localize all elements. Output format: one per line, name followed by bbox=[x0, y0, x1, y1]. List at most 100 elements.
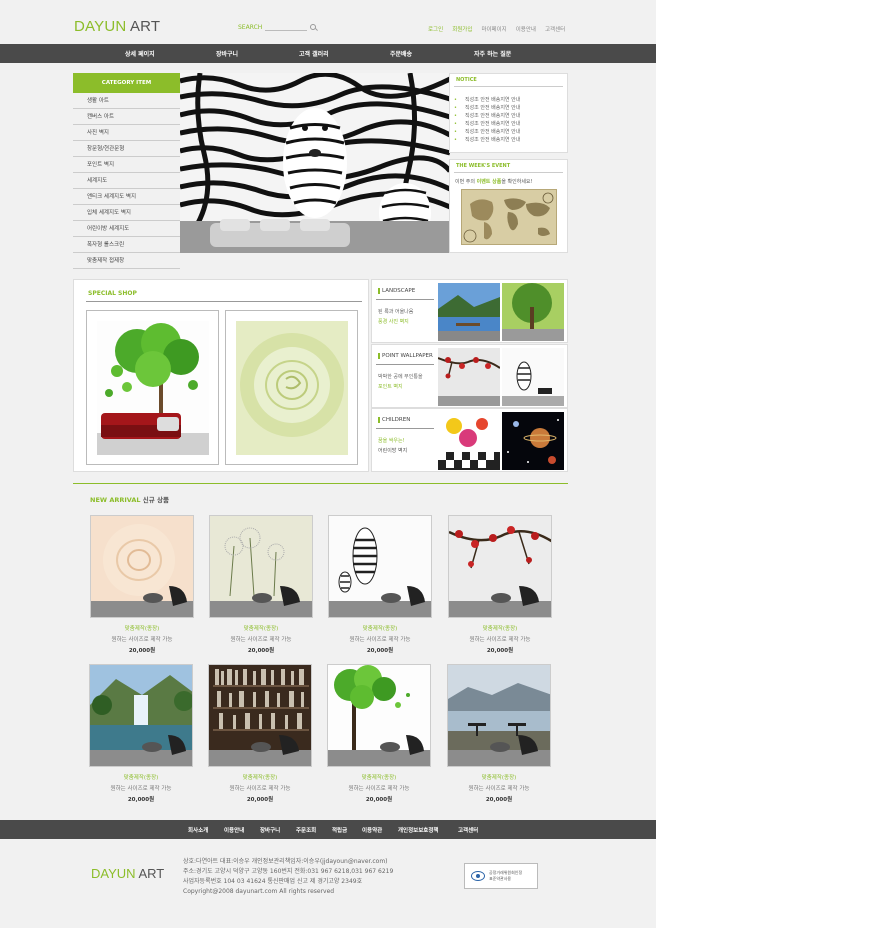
category-item[interactable]: 어린이방 세계지도 bbox=[73, 221, 180, 237]
theme-subtitle: 된 록과 어울나움 bbox=[378, 309, 414, 315]
category-item[interactable]: 맞춤제작 접제창 bbox=[73, 253, 180, 269]
product-name[interactable]: 맞춤제작(종장) bbox=[89, 773, 193, 781]
notice-item[interactable]: • 직성조 안전 배송지연 안내 bbox=[454, 112, 520, 120]
product-image-green-tree[interactable] bbox=[327, 664, 431, 767]
weekly-event-box[interactable]: THE WEEK'S EVENT 이번 주의 이벤트 상품을 확인하세요! bbox=[449, 159, 568, 253]
kids-cartoon-image bbox=[438, 412, 500, 470]
product-card[interactable]: 맞춤제작(종장) 원하는 사이즈로 제작 가능 20,000원 bbox=[448, 515, 552, 654]
footer-info-line: 상호:다연아트 대표:이승우 개인정보관리책임자:이승우(jjdayoun@na… bbox=[183, 858, 388, 865]
product-image-blossom[interactable] bbox=[448, 515, 552, 618]
category-item[interactable]: 폭자형 롤스크린 bbox=[73, 237, 180, 253]
footer-link-support[interactable]: 고객센터 bbox=[458, 826, 478, 834]
product-name[interactable]: 맞춤제작(종장) bbox=[90, 624, 194, 632]
product-card[interactable]: 맞춤제작(종장) 원하는 사이즈로 제작 가능 20,000원 bbox=[328, 515, 432, 654]
event-title: THE WEEK'S EVENT bbox=[456, 163, 511, 169]
product-name[interactable]: 맞춤제작(종장) bbox=[327, 773, 431, 781]
nav-item-gallery[interactable]: 고객 갤러리 bbox=[299, 49, 329, 58]
login-link[interactable]: 로그인 bbox=[428, 25, 443, 33]
theme-subtitle: 박박한 공에 부인통을 bbox=[378, 374, 423, 380]
badge-text: 공정거래위원회인정 표준약관사용 bbox=[489, 870, 523, 881]
special-card-tree[interactable] bbox=[86, 310, 219, 465]
notice-item[interactable]: • 직성조 안전 배송지연 안내 bbox=[454, 96, 520, 104]
site-logo[interactable]: DAYUN ART bbox=[74, 18, 160, 35]
category-item[interactable]: 포인트 벽지 bbox=[73, 157, 180, 173]
theme-divider bbox=[376, 364, 434, 365]
zebra-wallpaper-image bbox=[180, 73, 450, 253]
zebra-point-image bbox=[502, 348, 564, 406]
product-price: 20,000원 bbox=[365, 797, 393, 803]
special-card-rose[interactable] bbox=[225, 310, 358, 465]
main-banner-zebra[interactable] bbox=[180, 73, 450, 253]
theme-title: CHILDREN bbox=[378, 417, 410, 423]
footer-link-company[interactable]: 회사소개 bbox=[188, 826, 208, 834]
nav-item-faq[interactable]: 자주 하는 질문 bbox=[474, 49, 511, 58]
product-image-zebra[interactable] bbox=[328, 515, 432, 618]
product-card[interactable]: 맞춤제작(종장) 원하는 사이즈로 제작 가능 20,000원 bbox=[209, 515, 313, 654]
bullet-icon: • bbox=[454, 129, 457, 135]
category-item[interactable]: 창문형/현관문형 bbox=[73, 141, 180, 157]
product-card[interactable]: 맞춤제작(종장) 원하는 사이즈로 제작 가능 20,000원 bbox=[90, 515, 194, 654]
footer-link-cart[interactable]: 장바구니 bbox=[260, 826, 280, 834]
footer-link-points[interactable]: 적립금 bbox=[332, 826, 347, 834]
guide-link[interactable]: 이용안내 bbox=[516, 25, 536, 33]
nav-item-orders[interactable]: 주문배송 bbox=[390, 49, 412, 58]
nav-item-cart[interactable]: 장바구니 bbox=[216, 49, 238, 58]
support-link[interactable]: 고객센터 bbox=[545, 25, 565, 33]
product-price: 20,000원 bbox=[486, 648, 514, 654]
product-card[interactable]: 맞춤제작(종장) 원하는 사이즈로 제작 가능 20,000원 bbox=[89, 664, 193, 803]
mypage-link[interactable]: 마이페이지 bbox=[481, 25, 506, 33]
notice-list: • 직성조 안전 배송지연 안내 • 직성조 안전 배송지연 안내 • 직성조 안전 … bbox=[454, 96, 520, 144]
event-text: 이번 주의 이벤트 상품을 확인하세요! bbox=[455, 179, 533, 185]
product-name[interactable]: 맞춤제작(종장) bbox=[209, 624, 313, 632]
search-icon[interactable] bbox=[310, 23, 317, 30]
footer-info-line: 주소:경기도 고양시 덕양구 고양동 160번지 전화:031 967 6218… bbox=[183, 868, 394, 875]
product-price: 20,000원 bbox=[366, 648, 394, 654]
product-name[interactable]: 맞춤제작(종장) bbox=[328, 624, 432, 632]
join-link[interactable]: 회원가입 bbox=[452, 25, 472, 33]
special-shop: SPECIAL SHOP bbox=[73, 279, 369, 472]
footer-link-privacy[interactable]: 개인정보보호정책 bbox=[398, 826, 438, 834]
product-price: 20,000원 bbox=[127, 797, 155, 803]
theme-children[interactable]: CHILDREN 꿈을 싹우는! 어린이방 벽지 bbox=[371, 408, 568, 472]
product-name[interactable]: 맞춤제작(종장) bbox=[447, 773, 551, 781]
footer-link-guide[interactable]: 이용안내 bbox=[224, 826, 244, 834]
product-image-waterfall[interactable] bbox=[89, 664, 193, 767]
footer-link-terms[interactable]: 이용약관 bbox=[362, 826, 382, 834]
notice-item[interactable]: • 직성조 안전 배송지연 안내 bbox=[454, 120, 520, 128]
notice-item[interactable]: • 직성조 안전 배송지연 안내 bbox=[454, 136, 520, 144]
theme-title: POINT WALLPAPER bbox=[378, 353, 433, 359]
theme-landscape[interactable]: LANDSCAPE 된 록과 어울나움 풍경 사진 벽지 bbox=[371, 279, 568, 343]
product-image-lake-terrace[interactable] bbox=[447, 664, 551, 767]
category-item[interactable]: 세계지도 bbox=[73, 173, 180, 189]
product-image-rose[interactable] bbox=[90, 515, 194, 618]
product-card[interactable]: 맞춤제작(종장) 원하는 사이즈로 제작 가능 20,000원 bbox=[208, 664, 312, 803]
product-name[interactable]: 맞춤제작(종장) bbox=[208, 773, 312, 781]
category-item[interactable]: 앤티크 세계지도 벽지 bbox=[73, 189, 180, 205]
eye-icon bbox=[471, 871, 485, 881]
product-desc: 원하는 사이즈로 제작 가능 bbox=[229, 786, 291, 792]
space-planets-image bbox=[502, 412, 564, 470]
footer-company-info: 상호:다연아트 대표:이승우 개인정보관리책임자:이승우(jjdayoun@na… bbox=[183, 857, 393, 897]
product-image-bookshelf[interactable] bbox=[208, 664, 312, 767]
category-item[interactable]: 캔버스 아트 bbox=[73, 109, 180, 125]
special-divider bbox=[86, 301, 362, 302]
notice-item[interactable]: • 직성조 안전 배송지연 안내 bbox=[454, 128, 520, 136]
product-card[interactable]: 맞춤제작(종장) 원하는 사이즈로 제작 가능 20,000원 bbox=[447, 664, 551, 803]
notice-item[interactable]: • 직성조 안전 배송지연 안내 bbox=[454, 104, 520, 112]
nav-item-detail[interactable]: 상세 페이지 bbox=[125, 49, 155, 58]
logo-text-green: DAYUN bbox=[74, 18, 127, 35]
theme-point-wallpaper[interactable]: POINT WALLPAPER 박박한 공에 부인통을 포인트 벽지 bbox=[371, 344, 568, 408]
product-image-dandelion[interactable] bbox=[209, 515, 313, 618]
search-bar: SEARCH bbox=[238, 23, 317, 31]
landscape-lake-image bbox=[438, 283, 500, 341]
category-item[interactable]: 입체 세계지도 벽지 bbox=[73, 205, 180, 221]
search-label: SEARCH bbox=[238, 24, 263, 31]
category-item[interactable]: 사진 벽지 bbox=[73, 125, 180, 141]
search-input[interactable] bbox=[265, 24, 308, 31]
category-item[interactable]: 생활 아트 bbox=[73, 93, 180, 109]
footer-link-order-lookup[interactable]: 주문조회 bbox=[296, 826, 316, 834]
world-map-image bbox=[461, 189, 557, 245]
product-name[interactable]: 맞춤제작(종장) bbox=[448, 624, 552, 632]
ftc-certification-badge[interactable]: 공정거래위원회인정 표준약관사용 bbox=[464, 863, 538, 889]
product-card[interactable]: 맞춤제작(종장) 원하는 사이즈로 제작 가능 20,000원 bbox=[327, 664, 431, 803]
